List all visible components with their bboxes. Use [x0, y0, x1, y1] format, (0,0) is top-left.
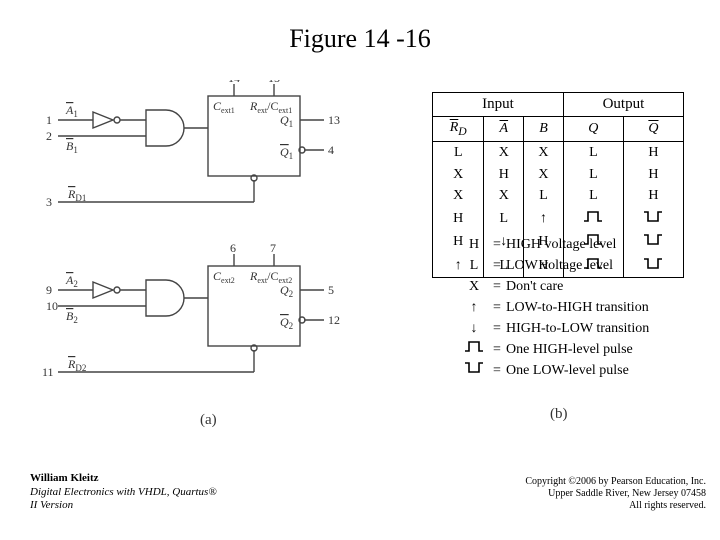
svg-text:Q1: Q1: [280, 113, 293, 129]
col-b: B: [524, 116, 564, 141]
cell: L: [563, 164, 623, 186]
svg-text:6: 6: [230, 241, 236, 255]
cell: L: [524, 185, 564, 207]
copy1: Copyright ©2006 by Pearson Education, In…: [525, 476, 706, 488]
cell: X: [524, 164, 564, 186]
svg-text:1: 1: [46, 113, 52, 127]
cell: H: [433, 207, 484, 231]
book-line1: Digital Electronics with VHDL, Quartus®: [30, 486, 217, 499]
svg-text:Q2: Q2: [280, 283, 293, 299]
figure-title: Figure 14 -16: [0, 24, 720, 54]
svg-text:15: 15: [268, 80, 280, 85]
book-line2: II Version: [30, 499, 217, 512]
svg-text:Q2: Q2: [280, 315, 293, 331]
legend-row: H=HIGH voltage level: [460, 234, 649, 255]
svg-text:5: 5: [328, 283, 334, 297]
svg-text:4: 4: [328, 143, 334, 157]
header-input: Input: [433, 93, 564, 117]
cell: H: [623, 185, 683, 207]
legend: H=HIGH voltage levelL=LOW voltage levelX…: [460, 234, 649, 381]
credit-right: Copyright ©2006 by Pearson Education, In…: [525, 476, 706, 512]
legend-row: ↑=LOW-to-HIGH transition: [460, 297, 649, 318]
cell: H: [484, 164, 524, 186]
cell: [623, 207, 683, 231]
svg-text:13: 13: [328, 113, 340, 127]
author: William Kleitz: [30, 472, 217, 485]
svg-text:10: 10: [46, 299, 58, 313]
cell: [563, 207, 623, 231]
svg-text:7: 7: [270, 241, 276, 255]
cell: X: [433, 185, 484, 207]
legend-row: X=Don't care: [460, 276, 649, 297]
svg-text:12: 12: [328, 313, 340, 327]
svg-text:9: 9: [46, 283, 52, 297]
cell: L: [563, 142, 623, 164]
cell: X: [524, 142, 564, 164]
cell: ↑: [524, 207, 564, 231]
cell: H: [623, 142, 683, 164]
cell: L: [563, 185, 623, 207]
circuit-diagram: 1 2 3 A1 B1 RD1 14 15 Cext1 Rext/Cext1 Q…: [38, 80, 368, 440]
cell: H: [623, 164, 683, 186]
copy2: Upper Saddle River, New Jersey 07458: [525, 488, 706, 500]
svg-text:RD2: RD2: [67, 357, 86, 373]
col-qbar: Q: [623, 116, 683, 141]
legend-row: ↓=HIGH-to-LOW transition: [460, 318, 649, 339]
svg-text:A2: A2: [65, 273, 78, 289]
col-q: Q: [563, 116, 623, 141]
svg-text:A1: A1: [65, 103, 78, 119]
copy3: All rights reserved.: [525, 500, 706, 512]
caption-b: (b): [550, 406, 568, 423]
svg-text:B1: B1: [66, 139, 78, 155]
svg-text:3: 3: [46, 195, 52, 209]
cell: L: [433, 142, 484, 164]
cell: X: [433, 164, 484, 186]
credit-left: William Kleitz Digital Electronics with …: [30, 472, 217, 512]
header-output: Output: [563, 93, 683, 117]
svg-text:11: 11: [42, 365, 54, 379]
cell: X: [484, 185, 524, 207]
svg-text:Cext2: Cext2: [213, 269, 235, 285]
col-abar: A: [484, 116, 524, 141]
caption-a: (a): [200, 412, 217, 429]
cell: X: [484, 142, 524, 164]
legend-row: L=LOW voltage level: [460, 255, 649, 276]
svg-text:Q1: Q1: [280, 145, 293, 161]
legend-row: =One HIGH-level pulse: [460, 339, 649, 360]
legend-row: =One LOW-level pulse: [460, 360, 649, 381]
col-rd: RD: [433, 116, 484, 141]
svg-text:RD1: RD1: [67, 187, 86, 203]
svg-text:14: 14: [228, 80, 240, 85]
svg-text:B2: B2: [66, 309, 78, 325]
svg-text:2: 2: [46, 129, 52, 143]
svg-text:Cext1: Cext1: [213, 99, 235, 115]
cell: L: [484, 207, 524, 231]
